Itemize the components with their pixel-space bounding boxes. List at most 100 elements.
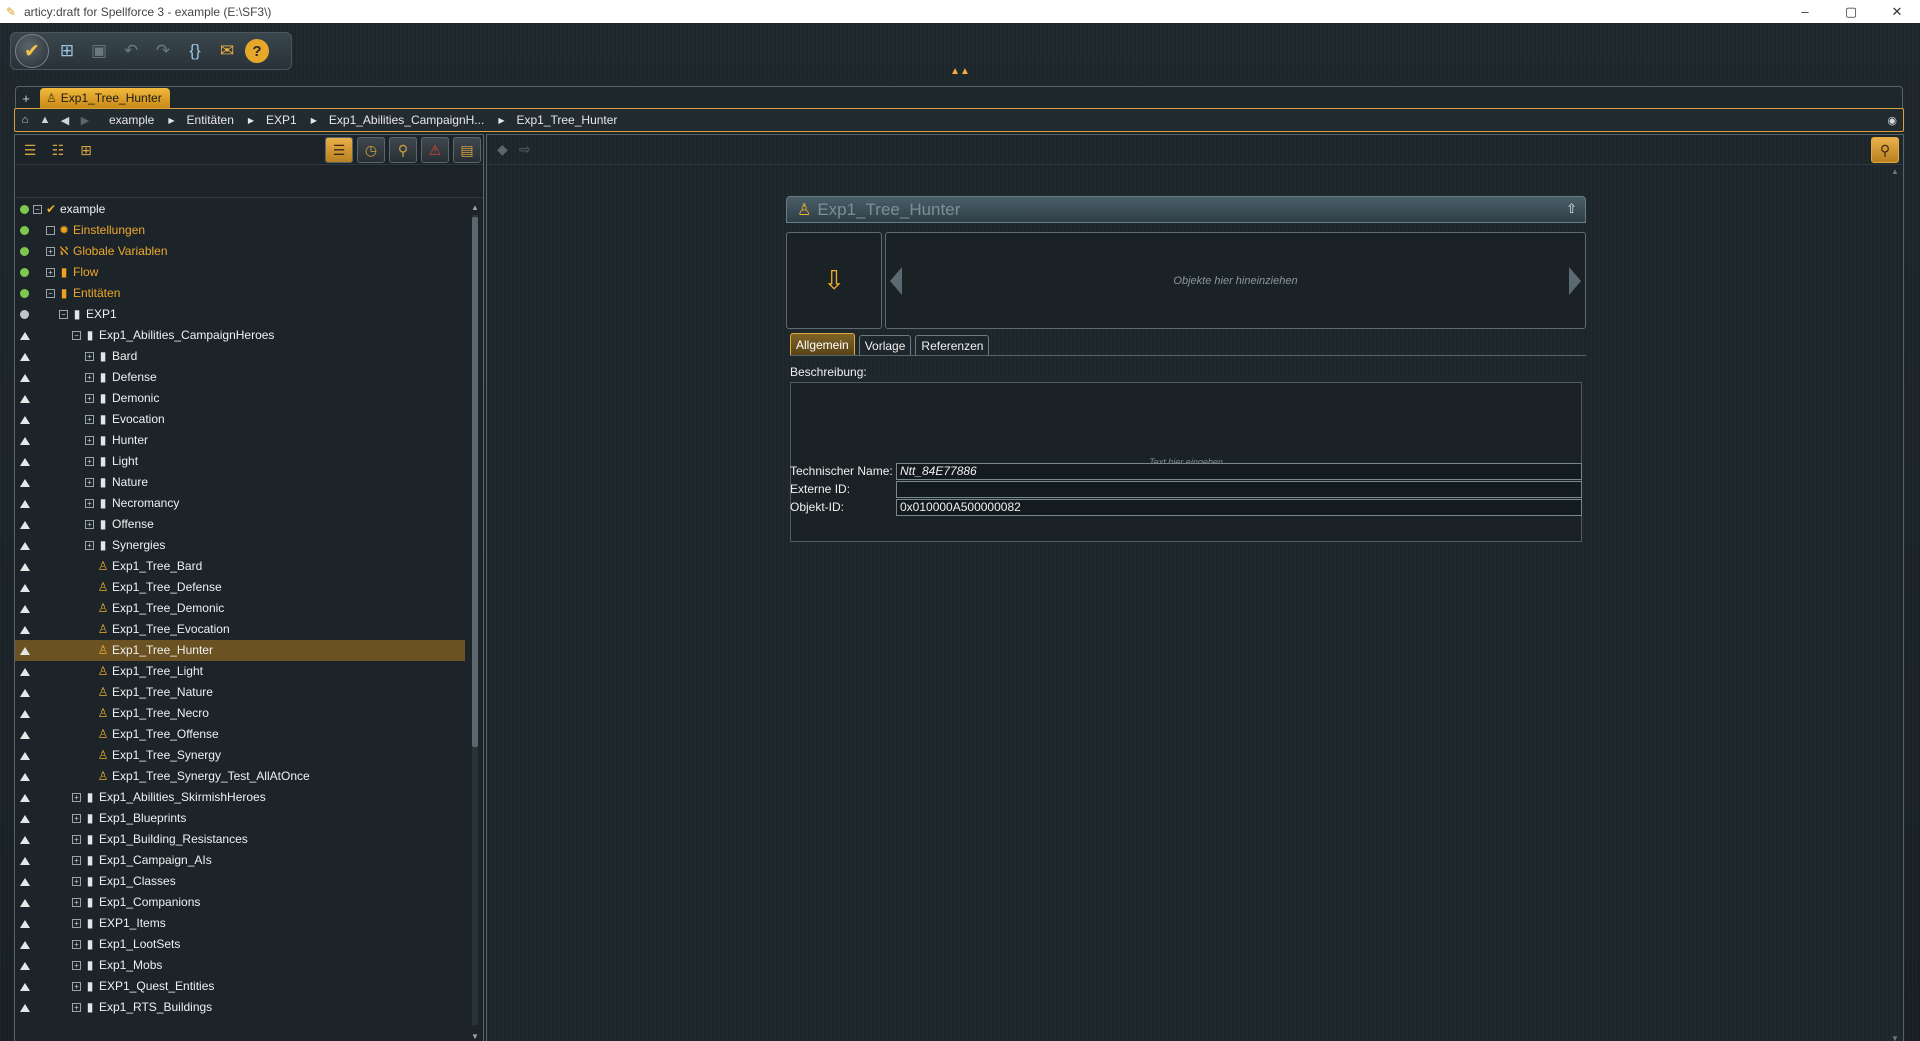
tree-item[interactable]: − ✔ example (15, 199, 465, 220)
maximize-button[interactable]: ▢ (1828, 0, 1874, 23)
undo-button[interactable]: ↶ (117, 37, 145, 65)
editor-search-button[interactable]: ⚲ (1871, 137, 1899, 163)
navigate-up-icon[interactable]: ⇧ (1566, 201, 1577, 217)
external-id-field[interactable] (896, 480, 1582, 498)
expand-icon[interactable]: + (85, 436, 94, 445)
expand-icon[interactable]: + (85, 541, 94, 550)
breadcrumb-item[interactable]: EXP1 ▶ (260, 113, 323, 127)
tree-view-icon[interactable]: ☷ (47, 139, 69, 161)
tree-item[interactable]: ♙ Exp1_Tree_Bard (15, 556, 465, 577)
expand-icon[interactable]: + (46, 268, 55, 277)
mail-button[interactable]: ✉ (213, 37, 241, 65)
home-icon[interactable]: ⌂ (15, 114, 35, 126)
tree-item[interactable]: + ▮ Exp1_Campaign_AIs (15, 850, 465, 871)
tree-item[interactable]: + ▮ Nature (15, 472, 465, 493)
tree-item[interactable]: ♙ Exp1_Tree_Offense (15, 724, 465, 745)
sync-button[interactable]: {} (181, 37, 209, 65)
tree-item[interactable]: + ▮ Exp1_Mobs (15, 955, 465, 976)
tree-item[interactable]: + ▮ Demonic (15, 388, 465, 409)
expand-icon[interactable]: + (85, 520, 94, 529)
tab-vorlage[interactable]: Vorlage (858, 335, 912, 355)
tree-item[interactable]: + ▮ Exp1_RTS_Buildings (15, 997, 465, 1018)
tree-item[interactable]: ♙ Exp1_Tree_Light (15, 661, 465, 682)
navigate-back-icon[interactable]: ◆ (497, 141, 508, 158)
expand-icon[interactable]: + (72, 940, 81, 949)
collapse-icon[interactable]: − (59, 310, 68, 319)
collapse-icon[interactable]: − (72, 331, 81, 340)
editor-scrollbar[interactable]: ▲ ▼ (1889, 167, 1901, 1041)
expand-icon[interactable]: + (72, 1003, 81, 1012)
tree-item[interactable]: + ▮ Exp1_LootSets (15, 934, 465, 955)
expand-icon[interactable]: + (46, 247, 55, 256)
expand-icon[interactable]: + (72, 982, 81, 991)
collapse-icon[interactable]: − (33, 205, 42, 214)
conflicts-button[interactable]: ⚠ (421, 137, 449, 163)
scroll-down-icon[interactable]: ▼ (1891, 1034, 1899, 1041)
expand-icon[interactable]: + (72, 856, 81, 865)
scrollbar-thumb[interactable] (472, 217, 478, 747)
tree-item[interactable]: + ℵ Globale Variablen (15, 241, 465, 262)
back-arrow-icon[interactable]: ◀ (55, 114, 75, 127)
tree-item[interactable]: ♙ Exp1_Tree_Nature (15, 682, 465, 703)
expand-icon[interactable]: + (85, 457, 94, 466)
scroll-left-icon[interactable] (890, 267, 902, 295)
rss-icon[interactable]: ◉ (1887, 114, 1897, 127)
expand-icon[interactable]: + (85, 478, 94, 487)
save-button[interactable]: ▣ (85, 37, 113, 65)
tree-item[interactable]: − ▮ Exp1_Abilities_CampaignHeroes (15, 325, 465, 346)
tree-item[interactable]: ♙ Exp1_Tree_Hunter (15, 640, 465, 661)
history-button[interactable]: ◷ (357, 137, 385, 163)
navigator-tree-button[interactable]: ☰ (325, 137, 353, 163)
expand-icon[interactable]: + (85, 499, 94, 508)
collapse-icon[interactable]: − (46, 289, 55, 298)
tree-item[interactable]: + ▮ Exp1_Abilities_SkirmishHeroes (15, 787, 465, 808)
tree-item[interactable]: + ▮ Hunter (15, 430, 465, 451)
breadcrumb-item[interactable]: Exp1_Abilities_CampaignH... ▶ (323, 113, 511, 127)
tree-item[interactable]: + ▮ Synergies (15, 535, 465, 556)
tree-item[interactable]: + ▮ Exp1_Companions (15, 892, 465, 913)
minimize-button[interactable]: – (1782, 0, 1828, 23)
expand-icon[interactable]: + (85, 415, 94, 424)
tree-item[interactable]: + ▮ Offense (15, 514, 465, 535)
tree-item[interactable]: ♙ Exp1_Tree_Necro (15, 703, 465, 724)
forward-arrow-icon[interactable]: ▶ (75, 114, 95, 127)
collapse-toolbar-icon[interactable]: ▲▲ (945, 67, 975, 77)
expand-icon[interactable]: + (72, 898, 81, 907)
list-view-icon[interactable]: ☰ (19, 139, 41, 161)
tab-allgemein[interactable]: Allgemein (790, 333, 855, 355)
tree-item[interactable]: ♙ Exp1_Tree_Synergy (15, 745, 465, 766)
tree-item[interactable]: − ▮ EXP1 (15, 304, 465, 325)
database-button[interactable]: ▤ (453, 137, 481, 163)
search-button[interactable]: ⚲ (389, 137, 417, 163)
tree-item[interactable]: + ▮ Flow (15, 262, 465, 283)
navigate-forward-icon[interactable]: ⇨ (519, 141, 531, 158)
tree-item[interactable]: + ▮ EXP1_Items (15, 913, 465, 934)
attachments-dropzone[interactable]: Objekte hier hineinziehen (885, 232, 1586, 329)
scroll-up-icon[interactable]: ▲ (471, 203, 479, 212)
tree-item[interactable]: + ▮ Defense (15, 367, 465, 388)
tree-item[interactable]: + ▮ Exp1_Blueprints (15, 808, 465, 829)
main-menu-button[interactable]: ✔ (15, 34, 49, 68)
tree-item[interactable]: + ▮ Necromancy (15, 493, 465, 514)
navigator-filter-row[interactable] (15, 165, 483, 198)
breadcrumb-item[interactable]: Entitäten ▶ (181, 113, 261, 127)
tree-item[interactable]: + ▮ Evocation (15, 409, 465, 430)
tab-exp1-tree-hunter[interactable]: ♙ Exp1_Tree_Hunter (40, 88, 170, 108)
new-object-button[interactable]: ⊞ (53, 37, 81, 65)
object-id-field[interactable]: 0x010000A500000082 (896, 498, 1582, 516)
expand-icon[interactable]: + (72, 835, 81, 844)
tree-item[interactable]: + ▮ Light (15, 451, 465, 472)
expand-icon[interactable]: + (72, 919, 81, 928)
tree-item[interactable]: ♙ Exp1_Tree_Demonic (15, 598, 465, 619)
scroll-right-icon[interactable] (1569, 267, 1581, 295)
expand-icon[interactable]: + (85, 373, 94, 382)
tree-item[interactable]: ✹ Einstellungen (15, 220, 465, 241)
redo-button[interactable]: ↷ (149, 37, 177, 65)
tree-item[interactable]: + ▮ Bard (15, 346, 465, 367)
scroll-down-icon[interactable]: ▼ (471, 1032, 479, 1041)
expand-icon[interactable]: + (72, 793, 81, 802)
tree-item[interactable]: ♙ Exp1_Tree_Evocation (15, 619, 465, 640)
add-tab-button[interactable]: + (16, 88, 36, 108)
navigator-scrollbar[interactable]: ▲ ▼ (469, 201, 481, 1041)
technical-name-field[interactable]: Ntt_84E77886 (896, 462, 1582, 480)
